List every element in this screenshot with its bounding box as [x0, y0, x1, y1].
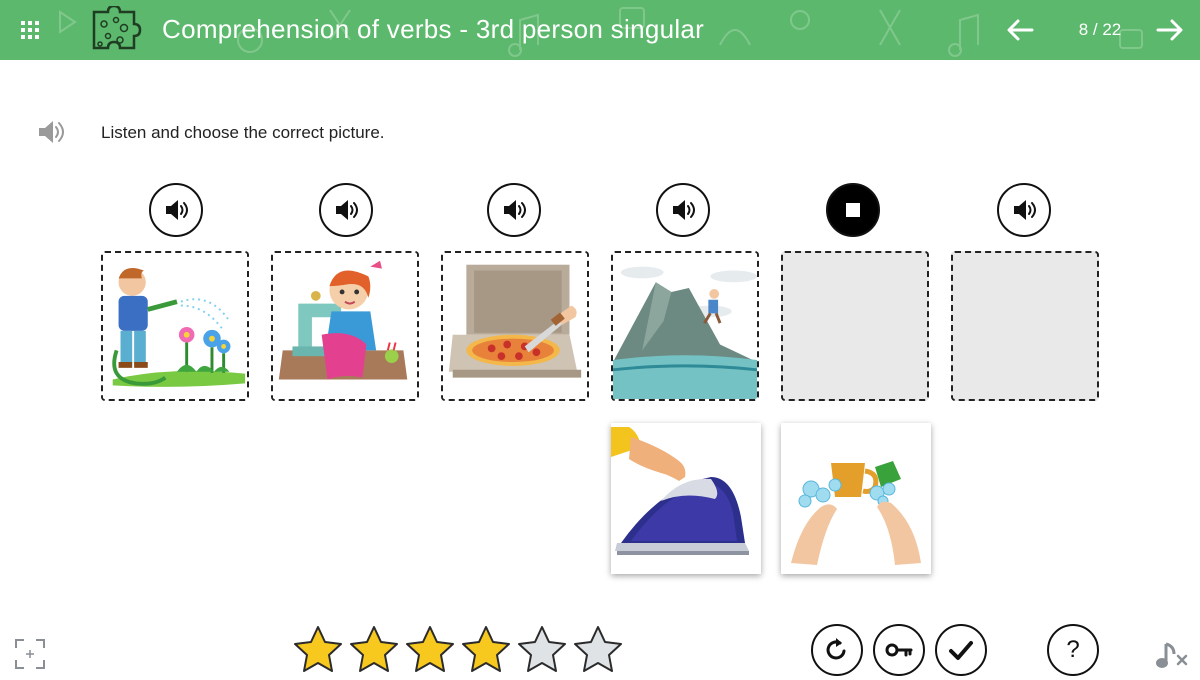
- arrow-right-icon[interactable]: [1154, 14, 1186, 46]
- star-earned-icon: [350, 626, 398, 672]
- ironing-illustration: [611, 423, 761, 574]
- climbing-mountain-illustration: [613, 253, 757, 399]
- help-label: ?: [1066, 636, 1080, 663]
- speaker-icon: [504, 200, 526, 220]
- star-earned-icon: [294, 626, 342, 672]
- star-empty-icon: [574, 626, 622, 672]
- speaker-icon: [166, 200, 188, 220]
- drop-slot-4[interactable]: [611, 251, 759, 401]
- star-empty-icon: [518, 626, 566, 672]
- fullscreen-icon[interactable]: [14, 638, 46, 670]
- cutting-pizza-illustration: [443, 253, 587, 399]
- grid-menu-icon[interactable]: [18, 18, 42, 42]
- arrow-left-icon[interactable]: [1004, 14, 1036, 46]
- music-off-icon[interactable]: [1154, 638, 1190, 672]
- key-icon: [885, 643, 913, 657]
- star-earned-icon: [406, 626, 454, 672]
- answer-card-washing-cup[interactable]: [781, 423, 931, 574]
- play-audio-button-6[interactable]: [997, 183, 1051, 237]
- retry-button[interactable]: [811, 624, 863, 676]
- speaker-icon: [1014, 200, 1036, 220]
- header-bar: Comprehension of verbs - 3rd person sing…: [0, 0, 1200, 60]
- stop-audio-button-5[interactable]: [826, 183, 880, 237]
- checkmark-icon: [949, 641, 973, 660]
- show-answer-button[interactable]: [873, 624, 925, 676]
- page-title: Comprehension of verbs - 3rd person sing…: [162, 14, 705, 44]
- retry-icon: [826, 638, 846, 660]
- play-audio-button-3[interactable]: [487, 183, 541, 237]
- puzzle-piece-icon: [88, 4, 146, 54]
- star-rating: [290, 624, 626, 676]
- boy-watering-flowers-illustration: [103, 253, 247, 399]
- drop-slot-2[interactable]: [271, 251, 419, 401]
- play-audio-button-1[interactable]: [149, 183, 203, 237]
- washing-cup-illustration: [781, 423, 931, 574]
- instruction-text: Listen and choose the correct picture.: [101, 123, 385, 142]
- drop-slot-6[interactable]: [951, 251, 1099, 401]
- play-audio-button-2[interactable]: [319, 183, 373, 237]
- speaker-icon: [336, 200, 358, 220]
- help-button[interactable]: ?: [1047, 624, 1099, 676]
- speaker-icon[interactable]: [36, 118, 66, 146]
- star-earned-icon: [462, 626, 510, 672]
- drop-slot-5[interactable]: [781, 251, 929, 401]
- stop-icon: [846, 203, 860, 217]
- speaker-icon: [673, 200, 695, 220]
- page-counter: 8 / 22: [1078, 20, 1122, 39]
- check-button[interactable]: [935, 624, 987, 676]
- answer-card-ironing[interactable]: [611, 423, 761, 574]
- drop-slot-3[interactable]: [441, 251, 589, 401]
- drop-slot-1[interactable]: [101, 251, 249, 401]
- girl-sewing-illustration: [273, 253, 417, 399]
- play-audio-button-4[interactable]: [656, 183, 710, 237]
